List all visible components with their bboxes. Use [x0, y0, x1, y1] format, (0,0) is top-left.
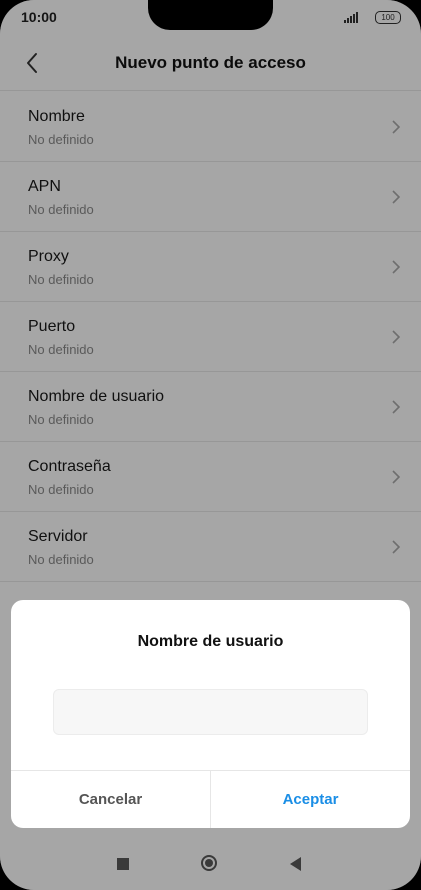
dialog-title: Nombre de usuario: [137, 633, 284, 650]
username-input[interactable]: [53, 689, 368, 735]
username-dialog: Nombre de usuario Cancelar Aceptar: [11, 600, 410, 828]
accept-button[interactable]: Aceptar: [211, 771, 410, 828]
home-circle-icon[interactable]: [201, 855, 217, 871]
cancel-button[interactable]: Cancelar: [11, 771, 210, 828]
recents-square-icon[interactable]: [117, 858, 129, 870]
back-triangle-icon[interactable]: [290, 857, 301, 871]
phone-screen: 10:00 100 Nuevo punto de acceso Nombre N…: [0, 0, 421, 890]
system-nav-bar: [0, 842, 421, 890]
